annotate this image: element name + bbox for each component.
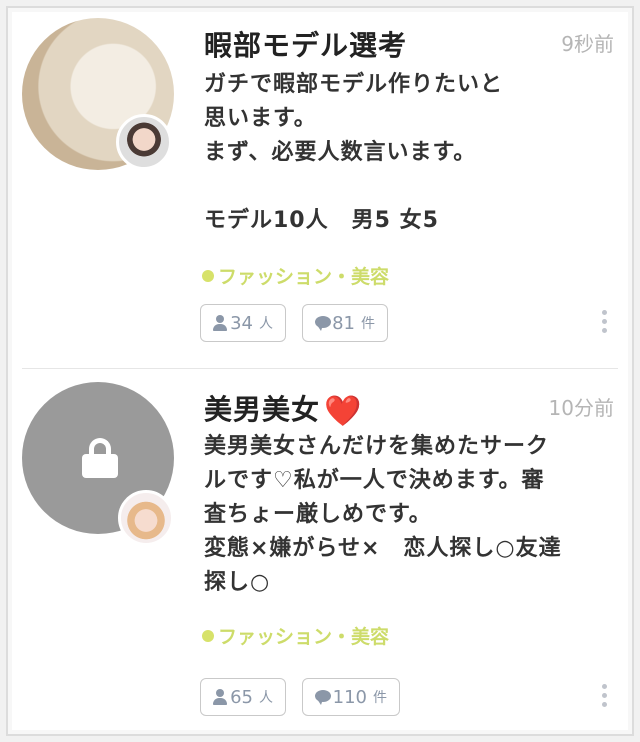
kebab-menu-icon[interactable] — [602, 310, 608, 333]
circle-card[interactable]: 美男美女 ❤️ 10分前 美男美女さんだけを集めたサーク ルです♡私が一人で決めま… — [22, 378, 618, 732]
posts-count-chip[interactable]: 81 件 — [302, 304, 388, 342]
person-icon — [213, 689, 228, 705]
circle-card[interactable]: 暇部モデル選考 9秒前 ガチで暇部モデル作りたいと 思います。 まず、必要人数言… — [22, 14, 618, 368]
person-icon — [213, 315, 228, 331]
circle-description: 美男美女さんだけを集めたサーク ルです♡私が一人で決めます。審 査ちょー厳しめで… — [204, 434, 562, 595]
owner-avatar[interactable] — [118, 490, 174, 546]
posts-count-chip[interactable]: 110 件 — [302, 678, 400, 716]
category-tag[interactable]: ファッション・美容 — [202, 622, 389, 649]
speech-bubble-icon — [315, 689, 331, 705]
category-dot-icon — [202, 630, 214, 642]
category-label: ファッション・美容 — [218, 266, 390, 288]
circle-title: 暇部モデル選考 — [204, 29, 408, 62]
members-unit: 人 — [259, 316, 273, 332]
posts-unit: 件 — [373, 690, 387, 706]
category-label: ファッション・美容 — [218, 626, 390, 648]
category-dot-icon — [202, 270, 214, 282]
post-time: 10分前 — [548, 396, 614, 420]
members-count-chip[interactable]: 65 人 — [200, 678, 286, 716]
kebab-menu-icon[interactable] — [602, 684, 608, 707]
heart-icon: ❤️ — [324, 394, 363, 429]
members-count: 65 — [230, 686, 253, 708]
circle-title-text: 美男美女 — [204, 393, 321, 426]
members-unit: 人 — [259, 690, 273, 706]
post-time: 9秒前 — [561, 32, 614, 56]
posts-count: 81 — [332, 312, 355, 334]
divider — [22, 368, 618, 369]
posts-count: 110 — [332, 686, 367, 708]
category-tag[interactable]: ファッション・美容 — [202, 262, 389, 289]
circle-title: 美男美女 ❤️ — [204, 388, 362, 429]
members-count: 34 — [230, 312, 253, 334]
owner-avatar[interactable] — [116, 114, 172, 170]
circle-description: ガチで暇部モデル作りたいと 思います。 まず、必要人数言います。 モデル10人 … — [204, 72, 504, 233]
lock-icon — [82, 438, 118, 478]
posts-unit: 件 — [361, 316, 375, 332]
members-count-chip[interactable]: 34 人 — [200, 304, 286, 342]
speech-bubble-icon — [315, 315, 332, 331]
